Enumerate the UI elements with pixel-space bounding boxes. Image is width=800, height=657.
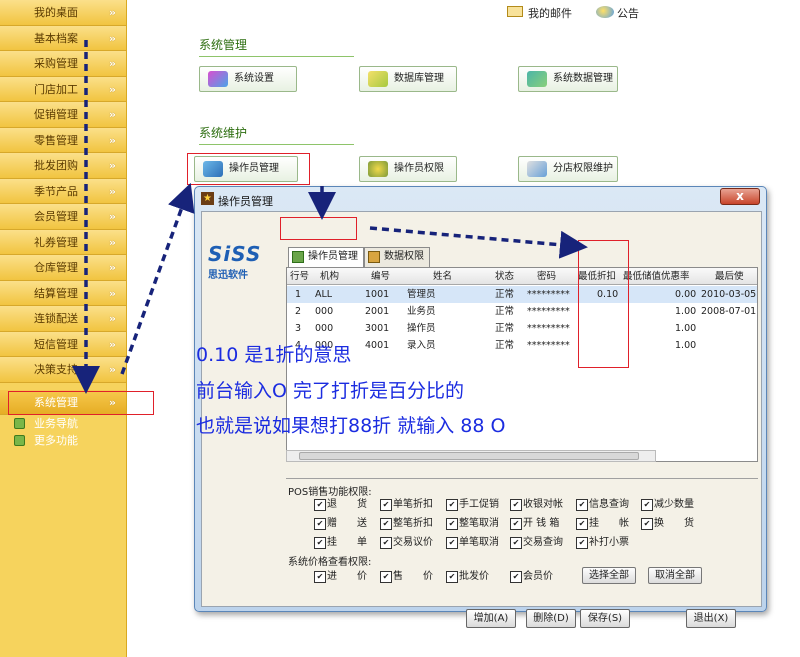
arrow-to-discount-column (369, 226, 588, 259)
annotation-arrows (72, 40, 588, 394)
arrow-to-operator-button (120, 182, 195, 375)
